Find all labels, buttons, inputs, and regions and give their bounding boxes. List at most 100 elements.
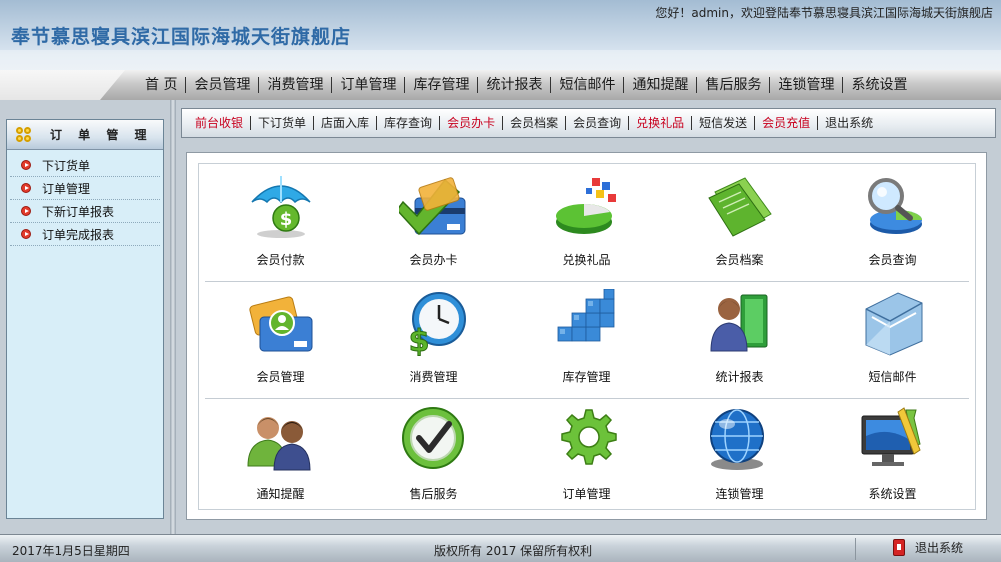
nav-slant-decoration xyxy=(0,70,125,100)
shortcut-tile[interactable]: 库存管理 xyxy=(510,281,663,397)
shortcut-label: 通知提醒 xyxy=(256,487,305,501)
quick-nav-item[interactable]: 前台收银 xyxy=(191,116,250,130)
shortcut-tile[interactable]: 系统设置 xyxy=(816,398,969,514)
main-nav-item[interactable]: 库存管理 xyxy=(404,77,477,93)
main-nav-item[interactable]: 统计报表 xyxy=(477,77,550,93)
shortcut-label: 连锁管理 xyxy=(715,487,764,501)
svg-text:$: $ xyxy=(409,324,430,357)
shortcut-label: 售后服务 xyxy=(409,487,458,501)
shortcut-tile[interactable]: 订单管理 xyxy=(510,398,663,514)
shortcut-tile[interactable]: 会员档案 xyxy=(663,164,816,280)
shortcut-tile[interactable]: 售后服务 xyxy=(357,398,510,514)
main-nav: 首 页会员管理 消费管理 订单管理 库存管理 统计报表 短信邮件 通知提醒 售后服务 连锁管理系… xyxy=(0,70,1001,100)
umbrella-dollar-icon: $ xyxy=(251,176,311,238)
quick-nav: 前台收银 下订货单 店面入库 库存查询 会员办卡 会员档案 会员查询 兑换礼品 短信发送 会员充值… xyxy=(181,108,996,138)
quick-nav-item[interactable]: 库存查询 xyxy=(376,116,439,130)
users-icon xyxy=(247,417,311,471)
main-panel: $ 会员付款 会员办卡 兑换礼品 会员档案 会员查询会员管理 $ 消费管理 库存管理 统计报表 短信… xyxy=(186,152,987,520)
magnifier-pie-icon xyxy=(868,178,922,234)
main-nav-item[interactable]: 系统设置 xyxy=(842,77,915,93)
sidebar-item[interactable]: 下订货单 xyxy=(10,154,160,177)
sidebar-item-label: 下新订单报表 xyxy=(42,204,115,219)
shortcut-tile[interactable]: 会员办卡 xyxy=(357,164,510,280)
main-nav-item[interactable]: 消费管理 xyxy=(258,77,331,93)
shortcut-tile[interactable]: 短信邮件 xyxy=(816,281,969,397)
shortcut-tile[interactable]: $ 消费管理 xyxy=(357,281,510,397)
grid-icon xyxy=(16,126,32,143)
checkmark-icon xyxy=(402,407,464,469)
footer-copyright: 版权所有 2017 保留所有权利 xyxy=(434,544,593,558)
sidebar-item-label: 订单管理 xyxy=(42,181,91,196)
arrow-bullet-icon xyxy=(21,206,31,216)
app-title: 奉节慕思寝具滨江国际海城天街旗舰店 xyxy=(11,26,352,48)
main-nav-item[interactable]: 售后服务 xyxy=(696,77,769,93)
icon-row: 会员管理 $ 消费管理 库存管理 统计报表 短信邮件 xyxy=(199,281,975,397)
shortcut-tile[interactable]: 通知提醒 xyxy=(204,398,357,514)
mail-folder-icon xyxy=(865,292,923,356)
svg-text:$: $ xyxy=(280,209,293,230)
header: 奉节慕思寝具滨江国际海城天街旗舰店 您好！admin，欢迎登陆奉节慕思寝具滨江国… xyxy=(0,0,1001,100)
quick-nav-item[interactable]: 短信发送 xyxy=(691,116,754,130)
shortcut-tile[interactable]: 统计报表 xyxy=(663,281,816,397)
icon-row: $ 会员付款 会员办卡 兑换礼品 会员档案 会员查询 xyxy=(199,164,975,280)
shortcut-label: 统计报表 xyxy=(715,370,764,384)
shortcut-tile[interactable]: 连锁管理 xyxy=(663,398,816,514)
shortcut-label: 系统设置 xyxy=(868,487,917,501)
logout-label: 退出系统 xyxy=(915,541,964,555)
shortcut-label: 会员办卡 xyxy=(409,253,458,267)
shortcut-label: 消费管理 xyxy=(409,370,458,384)
sidebar-header: 订 单 管 理 xyxy=(7,120,163,150)
sidebar-item[interactable]: 订单完成报表 xyxy=(10,223,160,246)
shortcut-tile[interactable]: $ 会员付款 xyxy=(204,164,357,280)
main-nav-item[interactable]: 通知提醒 xyxy=(623,77,696,93)
footer-divider xyxy=(855,538,856,560)
arrow-bullet-icon xyxy=(21,160,31,170)
exit-door-icon xyxy=(893,539,905,556)
shortcut-tile[interactable]: 会员查询 xyxy=(816,164,969,280)
shortcut-tile[interactable]: 兑换礼品 xyxy=(510,164,663,280)
person-book-icon xyxy=(710,294,768,352)
main-nav-item[interactable]: 首 页 xyxy=(137,77,185,93)
arrow-bullet-icon xyxy=(21,183,31,193)
sidebar-item[interactable]: 订单管理 xyxy=(10,177,160,200)
main-nav-item[interactable]: 会员管理 xyxy=(185,77,258,93)
content-area: 订 单 管 理 下订货单 订单管理 下新订单报表 订单完成报表 前台收银 下订货单 店面入… xyxy=(0,100,1001,534)
quick-nav-item[interactable]: 会员档案 xyxy=(502,116,565,130)
clock-dollar-icon: $ xyxy=(408,292,466,357)
shortcut-label: 会员付款 xyxy=(256,253,305,267)
quick-nav-item[interactable]: 会员充值 xyxy=(754,116,817,130)
shortcut-label: 库存管理 xyxy=(562,370,611,384)
shortcut-label: 会员查询 xyxy=(868,253,917,267)
welcome-text: 您好！admin，欢迎登陆奉节慕思寝具滨江国际海城天街旗舰店 xyxy=(655,6,993,20)
shortcut-label: 兑换礼品 xyxy=(562,253,611,267)
monitor-tools-icon xyxy=(861,407,921,466)
sidebar-item-label: 订单完成报表 xyxy=(42,227,115,242)
quick-nav-item[interactable]: 兑换礼品 xyxy=(628,116,691,130)
shortcut-tile[interactable]: 会员管理 xyxy=(204,281,357,397)
cubes-icon xyxy=(557,289,615,342)
quick-nav-item[interactable]: 退出系统 xyxy=(817,116,880,130)
shortcut-label: 会员档案 xyxy=(715,253,764,267)
splitter[interactable] xyxy=(170,100,176,534)
shortcut-label: 会员管理 xyxy=(256,370,305,384)
quick-nav-item[interactable]: 会员办卡 xyxy=(439,116,502,130)
shortcut-label: 短信邮件 xyxy=(868,370,917,384)
footer-date: 2017年1月5日星期四 xyxy=(12,544,130,558)
main-nav-item[interactable]: 连锁管理 xyxy=(769,77,842,93)
quick-nav-item[interactable]: 会员查询 xyxy=(565,116,628,130)
folder-icon xyxy=(708,177,772,237)
icon-grid: $ 会员付款 会员办卡 兑换礼品 会员档案 会员查询会员管理 $ 消费管理 库存管理 统计报表 短信… xyxy=(198,163,976,510)
quick-nav-item[interactable]: 下订货单 xyxy=(250,116,313,130)
quick-nav-item[interactable]: 店面入库 xyxy=(313,116,376,130)
main-nav-item[interactable]: 订单管理 xyxy=(331,77,404,93)
sidebar-item-label: 下订货单 xyxy=(42,158,91,173)
card-check-icon xyxy=(399,177,466,236)
sidebar-item[interactable]: 下新订单报表 xyxy=(10,200,160,223)
member-cards-icon xyxy=(249,296,313,352)
gear-icon xyxy=(561,409,617,465)
main-nav-item[interactable]: 短信邮件 xyxy=(550,77,623,93)
sidebar: 订 单 管 理 下订货单订单管理下新订单报表 订单完成报表 xyxy=(6,119,164,519)
logout-button[interactable]: 退出系统 xyxy=(893,539,963,556)
shortcut-label: 订单管理 xyxy=(562,487,611,501)
globe-icon xyxy=(710,409,764,470)
